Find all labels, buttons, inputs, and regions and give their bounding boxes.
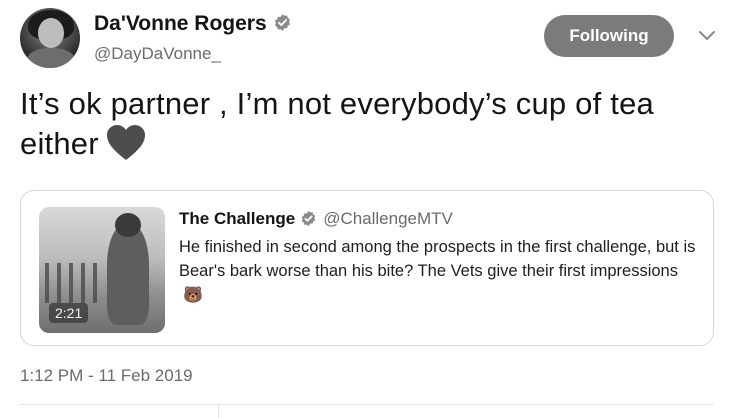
video-thumbnail[interactable]: 2:21 bbox=[39, 207, 165, 333]
quoted-text-content: He finished in second among the prospect… bbox=[179, 238, 696, 280]
quoted-tweet-text: He finished in second among the prospect… bbox=[179, 235, 699, 308]
following-button[interactable]: Following bbox=[544, 15, 674, 57]
avatar-face bbox=[38, 18, 64, 48]
stats-divider bbox=[218, 404, 219, 418]
quoted-author-name: The Challenge bbox=[179, 209, 296, 228]
avatar-body bbox=[26, 48, 76, 68]
author-avatar[interactable] bbox=[20, 8, 80, 68]
heart-icon bbox=[106, 124, 145, 160]
quoted-author-handle: @ChallengeMTV bbox=[323, 209, 453, 228]
quoted-author[interactable]: The Challenge @ChallengeMTV bbox=[179, 209, 453, 229]
thumbnail-head bbox=[115, 213, 141, 237]
quoted-tweet-card[interactable]: 2:21 The Challenge @ChallengeMTV He finis… bbox=[20, 190, 714, 346]
bear-emoji-icon: 🐻 bbox=[183, 287, 203, 304]
tweet-timestamp[interactable]: 1:12 PM - 11 Feb 2019 bbox=[20, 366, 193, 386]
chevron-down-icon[interactable] bbox=[698, 30, 716, 42]
author-display-name[interactable]: Da'Vonne Rogers bbox=[94, 12, 292, 36]
verified-badge-icon bbox=[302, 210, 316, 226]
thumbnail-background-people bbox=[45, 263, 97, 303]
thumbnail-person bbox=[107, 225, 149, 325]
verified-badge-icon bbox=[274, 14, 290, 31]
video-duration-badge: 2:21 bbox=[49, 303, 89, 323]
author-handle[interactable]: @DayDaVonne_ bbox=[94, 44, 221, 64]
divider bbox=[20, 404, 714, 405]
author-name-text: Da'Vonne Rogers bbox=[94, 12, 267, 35]
tweet-text: It’s ok partner , I’m not everybody’s cu… bbox=[20, 84, 720, 164]
